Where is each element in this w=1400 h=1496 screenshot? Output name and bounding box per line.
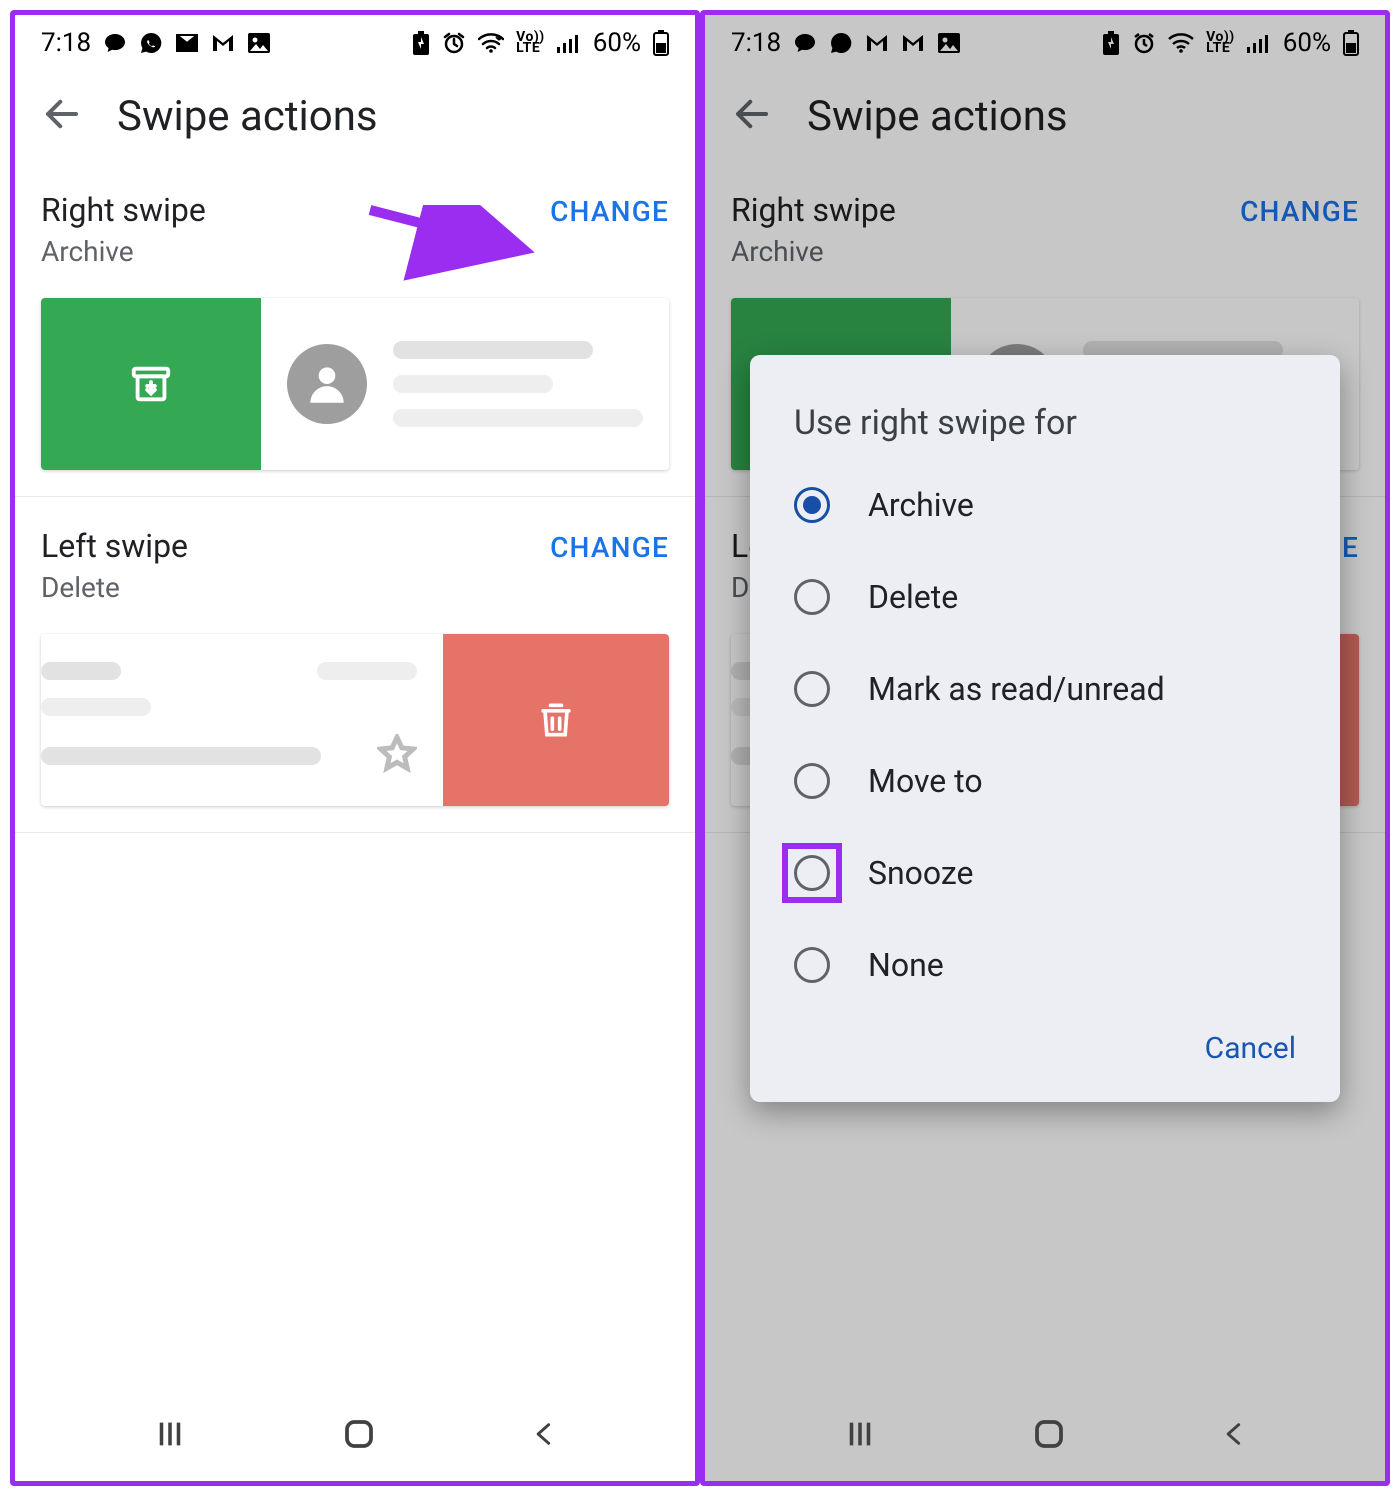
radio-icon [794, 579, 830, 615]
signal-icon [1247, 33, 1271, 53]
archive-action-icon [41, 298, 261, 470]
chat-icon [103, 31, 127, 55]
status-time: 7:18 [731, 28, 781, 58]
option-label: Delete [868, 578, 958, 616]
option-label: None [868, 946, 944, 984]
radio-icon [794, 763, 830, 799]
image-icon [937, 32, 961, 54]
option-archive[interactable]: Archive [750, 459, 1340, 551]
alarm-icon [1132, 31, 1156, 55]
whatsapp-icon [139, 31, 163, 55]
right-swipe-title: Right swipe [731, 191, 896, 229]
screenshot-left: 7:18 [10, 10, 700, 1486]
option-label: Snooze [868, 854, 974, 892]
status-time: 7:18 [41, 28, 91, 58]
avatar-placeholder-icon [287, 344, 367, 424]
option-label: Mark as read/unread [868, 670, 1165, 708]
option-snooze[interactable]: Snooze [750, 827, 1340, 919]
gmail-icon [175, 33, 199, 53]
gmail-icon-2 [211, 33, 235, 53]
wifi-icon [478, 33, 504, 53]
right-swipe-value: Archive [731, 235, 896, 268]
status-bar: 7:18 [15, 15, 695, 71]
recents-icon[interactable] [152, 1417, 188, 1455]
left-swipe-change-button[interactable]: CHANGE [550, 527, 669, 564]
right-swipe-title: Right swipe [41, 191, 206, 229]
message-lines-placeholder [393, 341, 643, 427]
app-bar: Swipe actions [15, 71, 695, 161]
option-label: Archive [868, 486, 974, 524]
app-bar: Swipe actions [705, 71, 1385, 161]
home-icon[interactable] [1031, 1416, 1067, 1456]
gmail-icon-2 [901, 33, 925, 53]
system-back-icon[interactable] [530, 1416, 558, 1456]
right-swipe-change-button[interactable]: CHANGE [550, 191, 669, 228]
radio-icon [794, 855, 830, 891]
option-mark-read[interactable]: Mark as read/unread [750, 643, 1340, 735]
right-swipe-preview [41, 298, 669, 470]
left-swipe-preview [41, 634, 669, 806]
battery-saver-icon [412, 31, 430, 55]
option-move-to[interactable]: Move to [750, 735, 1340, 827]
option-none[interactable]: None [750, 919, 1340, 1011]
left-swipe-section: Left swipe Delete CHANGE [15, 497, 695, 833]
alarm-icon [442, 31, 466, 55]
whatsapp-icon [829, 31, 853, 55]
system-nav-bar [15, 1391, 695, 1481]
battery-icon [653, 30, 669, 56]
delete-action-icon [443, 634, 669, 806]
screenshot-right: 7:18 Vo))LTE 60% Swipe actions [700, 10, 1390, 1486]
back-icon[interactable] [41, 93, 83, 139]
home-icon[interactable] [341, 1416, 377, 1456]
battery-saver-icon [1102, 31, 1120, 55]
battery-icon [1343, 30, 1359, 56]
dialog-cancel-button[interactable]: Cancel [1205, 1031, 1296, 1066]
left-swipe-title: Left swipe [41, 527, 188, 565]
chat-icon [793, 31, 817, 55]
radio-icon [794, 671, 830, 707]
right-swipe-value: Archive [41, 235, 206, 268]
dialog-title: Use right swipe for [750, 403, 1340, 459]
option-label: Move to [868, 762, 983, 800]
star-icon [377, 734, 417, 778]
status-bar: 7:18 Vo))LTE 60% [705, 15, 1385, 71]
radio-icon [794, 947, 830, 983]
system-nav-bar [705, 1391, 1385, 1481]
page-title: Swipe actions [807, 92, 1068, 141]
option-delete[interactable]: Delete [750, 551, 1340, 643]
left-swipe-value: Delete [41, 571, 188, 604]
right-swipe-change-button[interactable]: CHANGE [1240, 191, 1359, 228]
image-icon [247, 32, 271, 54]
battery-percent: 60% [593, 28, 641, 58]
battery-percent: 60% [1283, 28, 1331, 58]
page-title: Swipe actions [117, 92, 378, 141]
swipe-action-dialog: Use right swipe for Archive Delete Mark … [750, 355, 1340, 1102]
system-back-icon[interactable] [1220, 1416, 1248, 1456]
volte-icon: Vo))LTE [516, 32, 545, 54]
back-icon[interactable] [731, 93, 773, 139]
wifi-icon [1168, 33, 1194, 53]
gmail-icon [865, 33, 889, 53]
signal-icon [557, 33, 581, 53]
recents-icon[interactable] [842, 1417, 878, 1455]
volte-icon: Vo))LTE [1206, 32, 1235, 54]
radio-icon [794, 487, 830, 523]
right-swipe-section: Right swipe Archive CHANGE [15, 161, 695, 497]
